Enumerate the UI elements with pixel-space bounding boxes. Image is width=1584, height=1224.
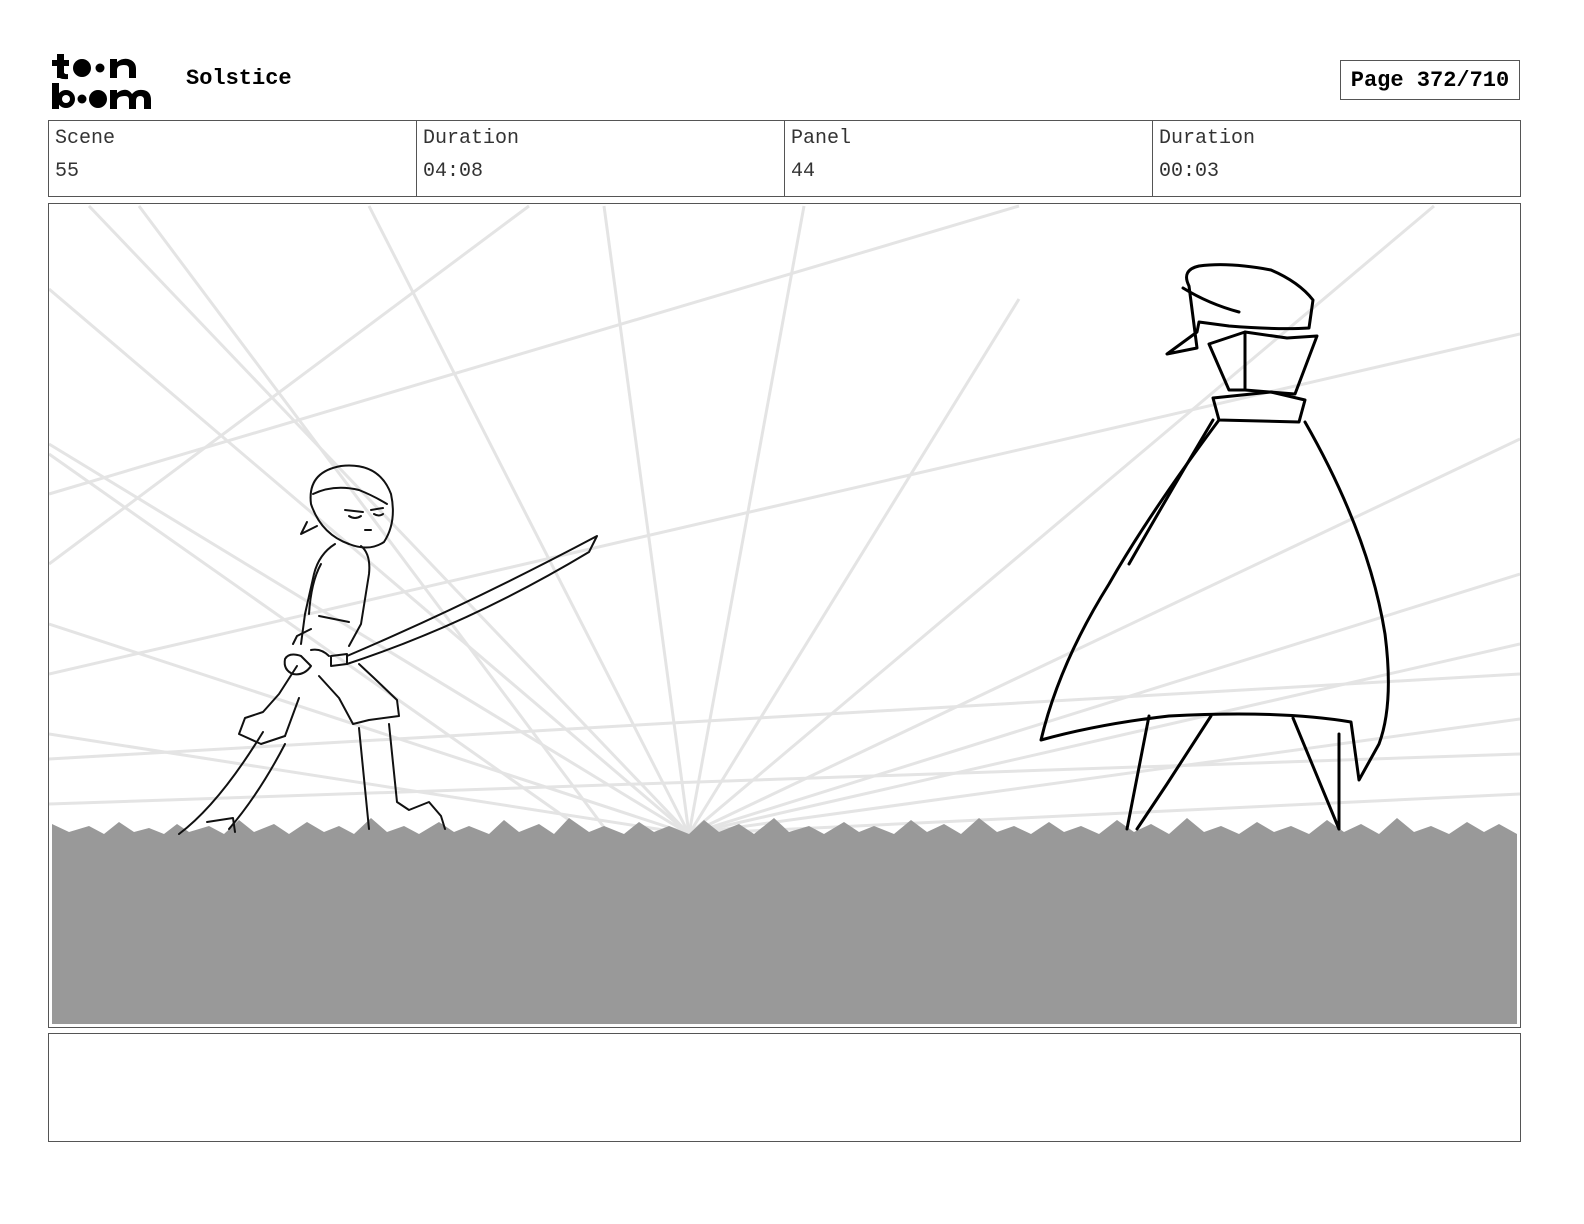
panel-artwork [49,204,1520,1024]
panel-duration-value: 00:03 [1159,160,1220,183]
page-counter: Page 372/710 [1340,60,1520,100]
panel-notes [48,1033,1521,1142]
storyboard-panel [48,203,1521,1028]
scene-info-table: Scene 55 Duration 04:08 Panel 44 Duratio… [48,120,1521,197]
scene-duration-label: Duration [423,127,520,150]
panel-value: 44 [791,160,816,183]
project-title: Solstice [186,66,292,91]
scene-duration-cell: Duration 04:08 [417,121,785,196]
scene-label: Scene [55,127,116,150]
scene-duration-value: 04:08 [423,160,484,183]
panel-label: Panel [791,127,852,150]
scene-value: 55 [55,160,80,183]
speed-lines [49,204,1520,836]
scene-cell: Scene 55 [49,121,417,196]
panel-cell: Panel 44 [785,121,1153,196]
panel-duration-label: Duration [1159,127,1256,150]
panel-duration-cell: Duration 00:03 [1153,121,1520,196]
ground [52,818,1517,1024]
toonboom-logo [50,50,165,112]
